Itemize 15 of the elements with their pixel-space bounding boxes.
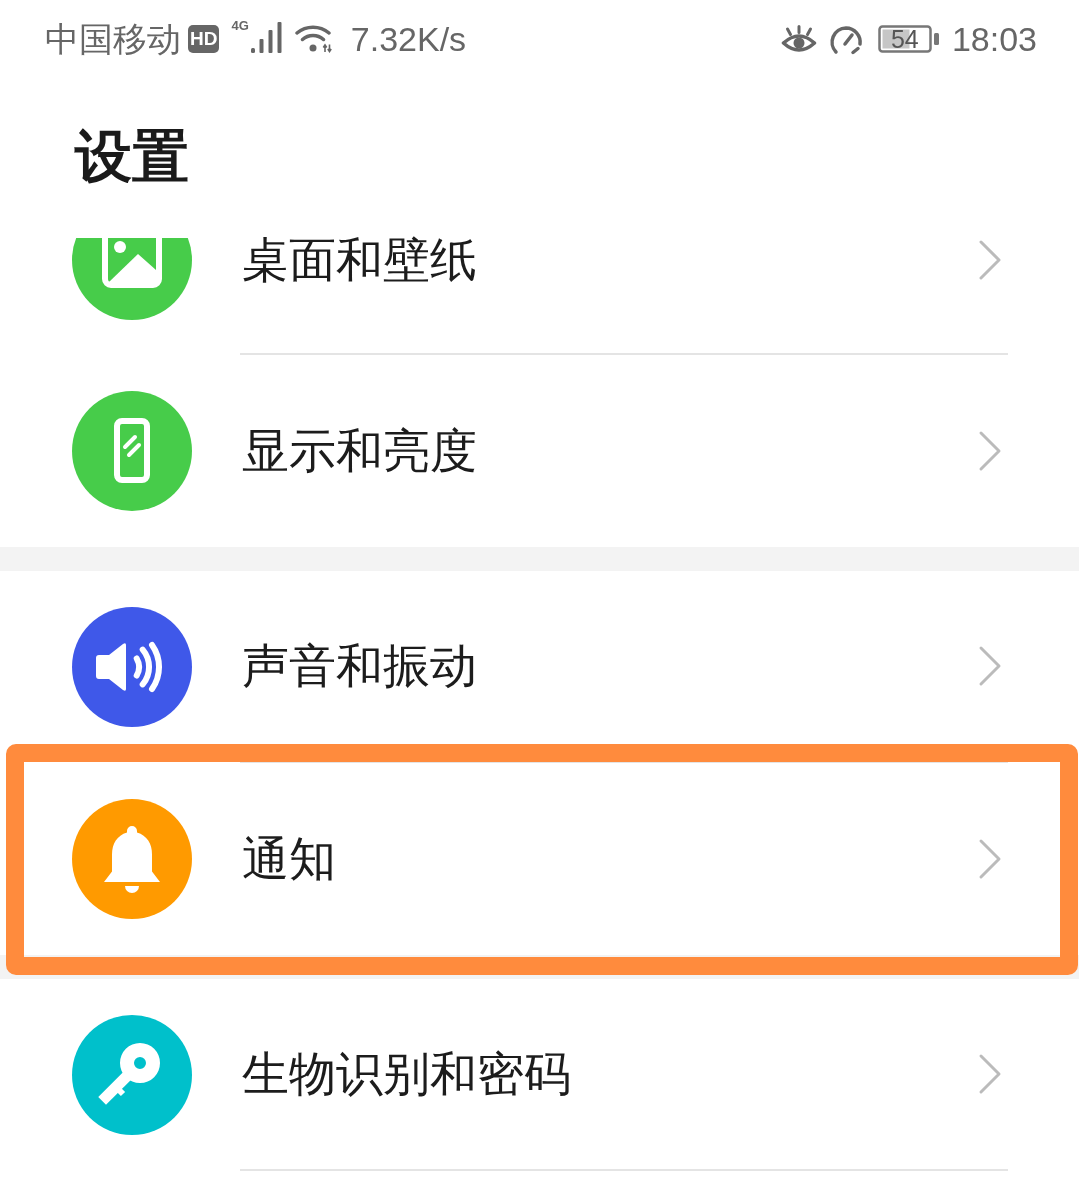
chevron-icon (978, 645, 1002, 687)
network-speed: 7.32K/s (350, 19, 467, 59)
battery-icon (877, 25, 940, 53)
hd-indicator: HD (188, 25, 220, 53)
chevron-icon (978, 1053, 1002, 1095)
page-title: 设置 (73, 123, 190, 190)
chevron-icon (978, 239, 1002, 281)
clock: 18:03 (951, 19, 1037, 59)
chevron-icon (978, 430, 1002, 472)
battery-percentage: 54 (890, 25, 919, 53)
chevron-icon (978, 838, 1002, 880)
carrier-name: 中国移动 (45, 19, 181, 59)
eye-icon (780, 24, 817, 54)
signal-icon (249, 21, 284, 53)
network-type-label: 4G (231, 19, 249, 33)
